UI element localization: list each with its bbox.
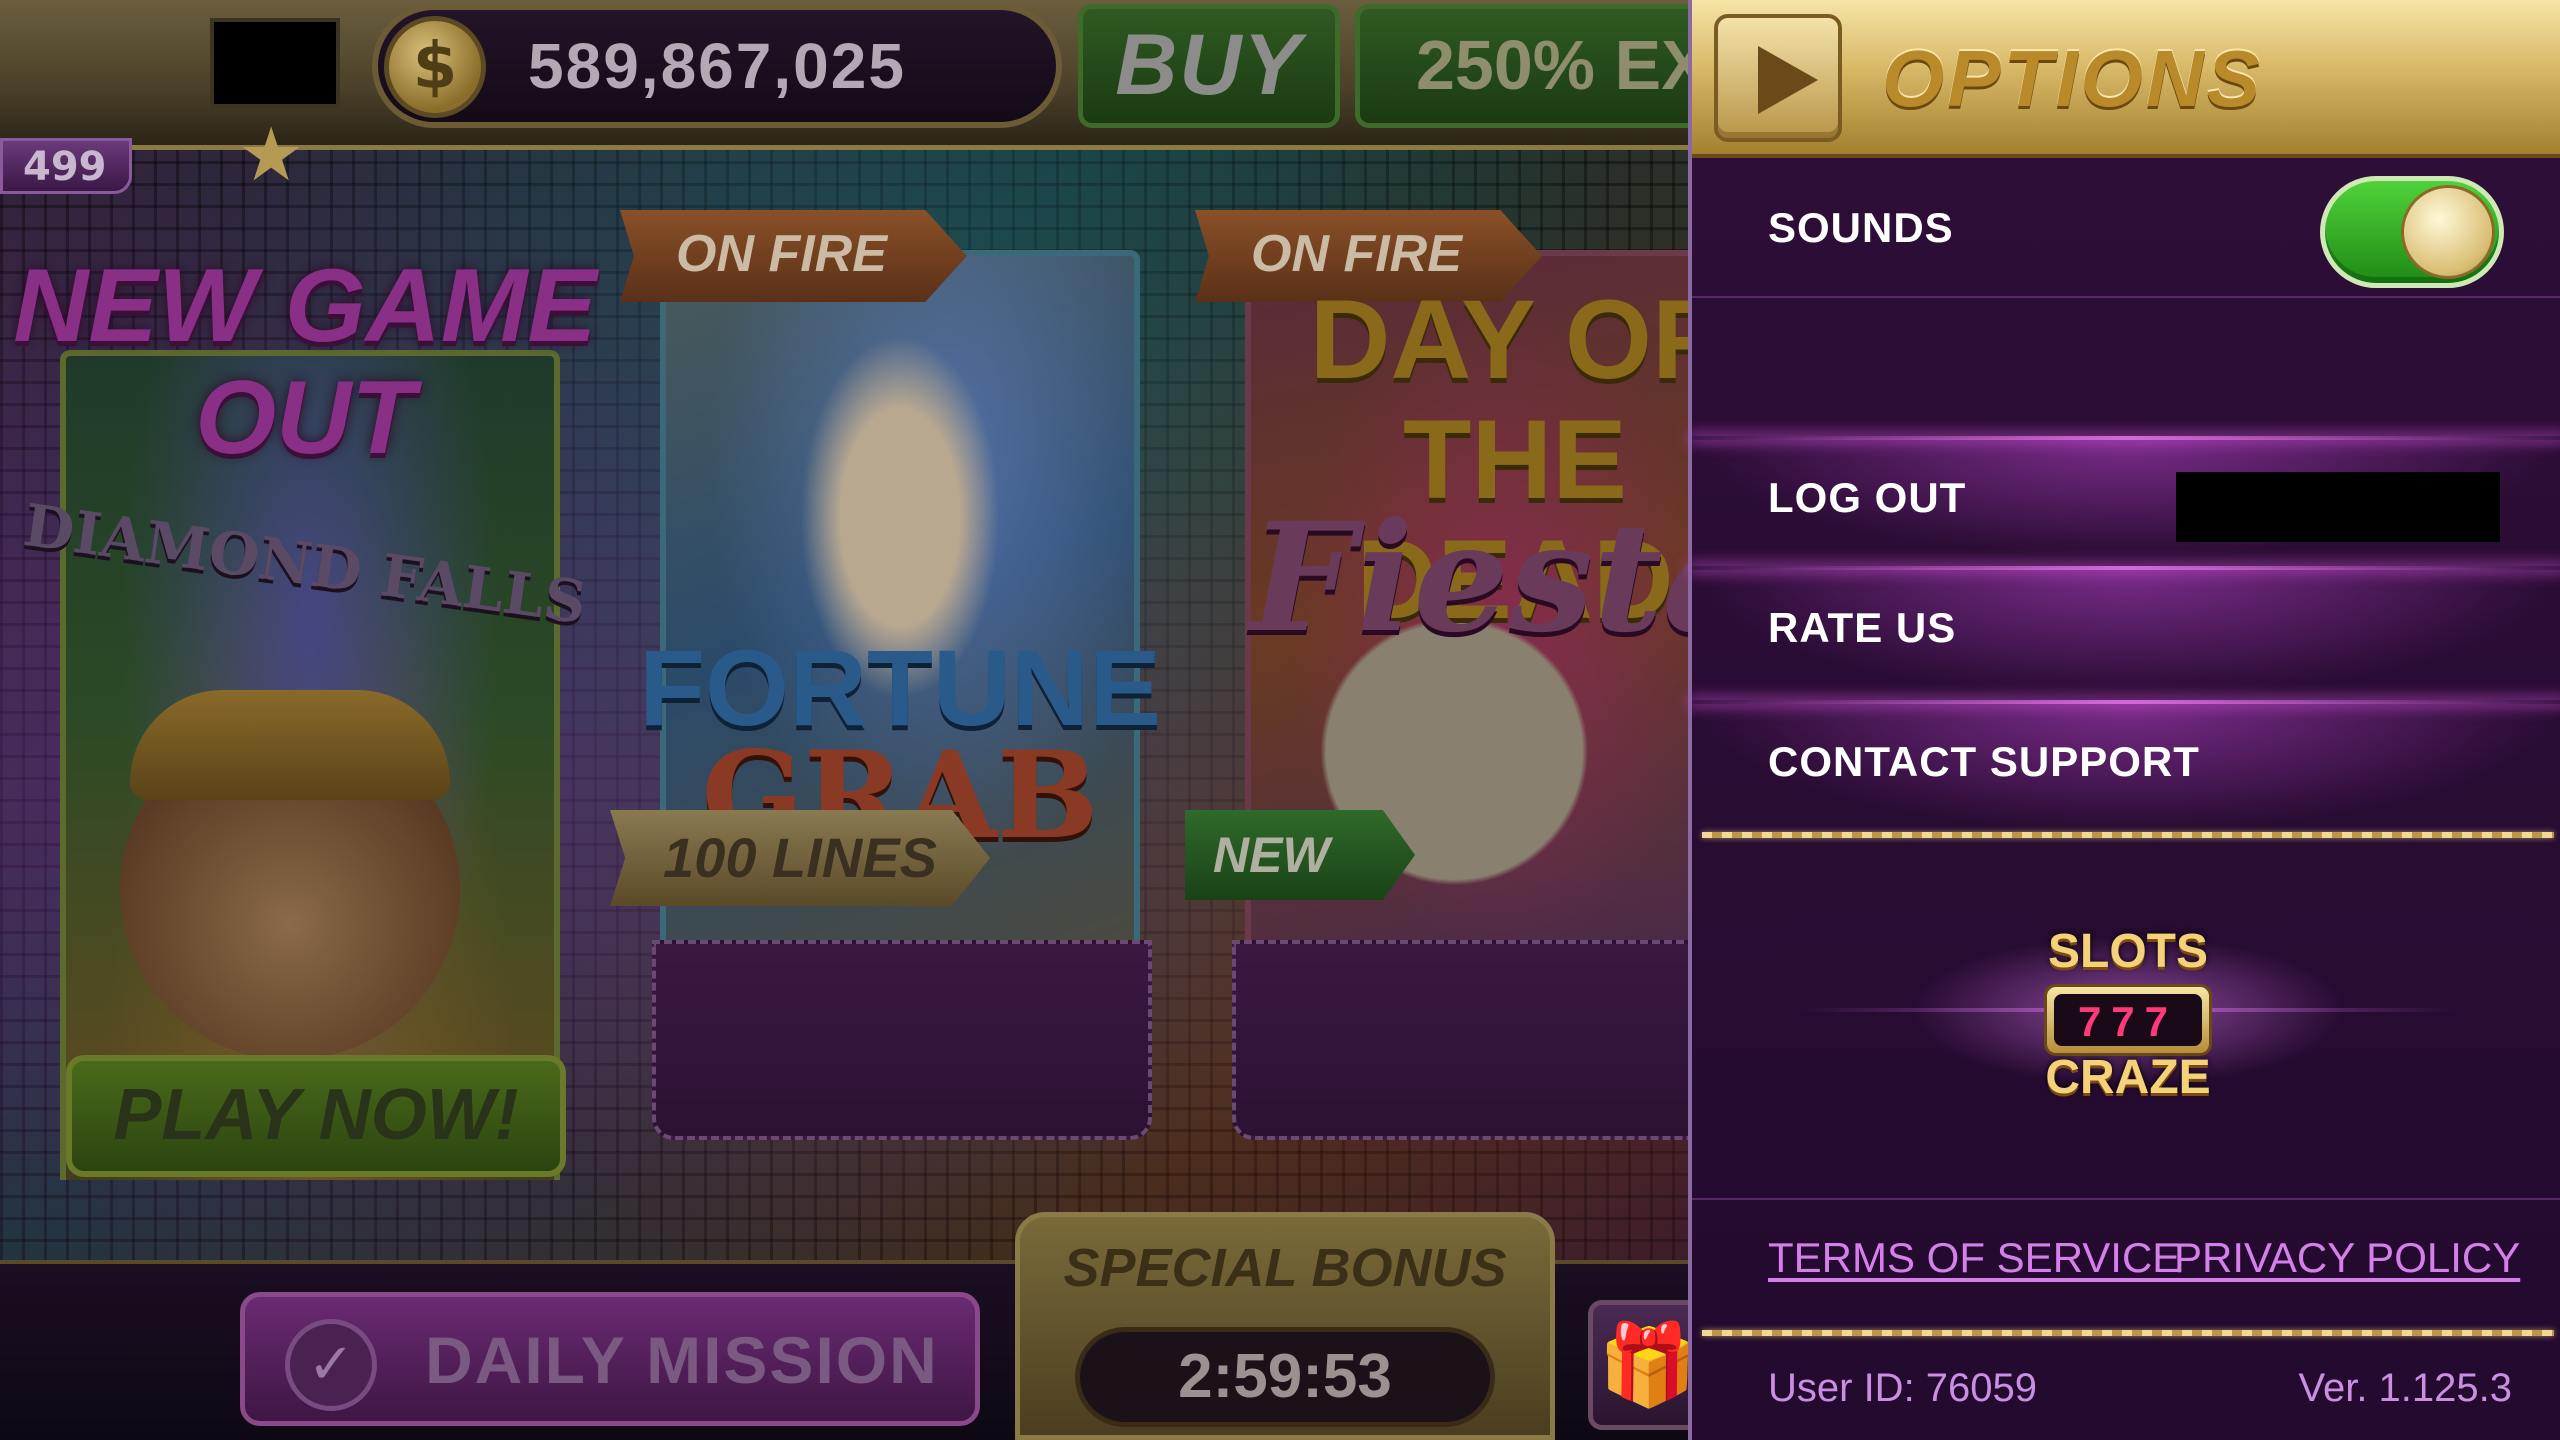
divider (1692, 1198, 2560, 1200)
options-title: OPTIONS (1882, 34, 2264, 123)
buy-button[interactable]: BUY (1078, 4, 1340, 128)
checkmark-icon: ✓ (285, 1319, 377, 1411)
game-title-line1: DAY OF (1309, 277, 1688, 402)
game-slot-panel (1232, 940, 1688, 1140)
logo-text-top: SLOTS (2047, 925, 2208, 978)
slots-craze-logo: SLOTS 777 CRAZE (1692, 860, 2560, 1160)
options-header: OPTIONS (1692, 0, 2560, 158)
avatar[interactable] (210, 18, 340, 108)
game-card-diamond-falls[interactable]: NEW GAME OUT DIAMOND FALLS PLAY NOW! (10, 230, 600, 1180)
level-star-icon: ★ (238, 112, 305, 198)
daily-mission-button[interactable]: ✓ DAILY MISSION (240, 1292, 980, 1426)
coin-amount: 589,867,025 (528, 30, 906, 102)
new-badge: NEW (1185, 810, 1415, 900)
gold-divider (1702, 1330, 2554, 1336)
gold-divider (1702, 832, 2554, 838)
logout-label: LOG OUT (1768, 474, 1967, 521)
game-slot-panel (652, 940, 1152, 1140)
privacy-policy-link[interactable]: PRIVACY POLICY (2174, 1234, 2520, 1282)
game-subtitle: Fiesta (1250, 490, 1688, 666)
account-name-redacted (2176, 472, 2500, 542)
logo-reel: 777 (2044, 984, 2212, 1056)
bonus-offer-button[interactable]: 250% EX (1355, 4, 1688, 128)
on-fire-ribbon: ON FIRE (620, 210, 967, 302)
new-game-banner: NEW GAME OUT (13, 248, 597, 476)
game-card-day-of-the-dead[interactable]: ON FIRE DAY OF THE DEAD Fiesta NEW (1185, 170, 1688, 1150)
play-arrow-icon (1758, 46, 1818, 114)
daily-mission-label: DAILY MISSION (425, 1323, 939, 1397)
explorer-hat-icon (130, 690, 450, 800)
gift-icon[interactable]: 🎁 (1588, 1300, 1688, 1430)
rate-us-label: RATE US (1768, 604, 1957, 651)
contact-support-row[interactable]: CONTACT SUPPORT (1692, 702, 2560, 832)
terms-of-service-link[interactable]: TERMS OF SERVICE (1768, 1234, 2180, 1282)
version-label: Ver. 1.125.3 (2298, 1366, 2512, 1410)
options-panel: OPTIONS SOUNDS LOG OUT RATE US CONTACT S… (1688, 0, 2560, 1440)
back-button[interactable] (1714, 14, 1842, 142)
toggle-knob (2401, 185, 2495, 279)
divider (1692, 296, 2560, 298)
user-id: User ID: 76059 (1768, 1366, 2038, 1410)
sounds-toggle[interactable] (2320, 176, 2504, 288)
coin-balance[interactable]: $ 589,867,025 (372, 4, 1062, 128)
game-card-fortune-grab[interactable]: ON FIRE FORTUNE GRAB 100 LINES (600, 170, 1180, 1150)
rate-us-row[interactable]: RATE US (1692, 568, 2560, 698)
contact-support-label: CONTACT SUPPORT (1768, 738, 2200, 785)
logo-reel-text: 777 (2054, 994, 2202, 1046)
coin-icon: $ (384, 16, 486, 118)
bonus-timer: 2:59:53 (1075, 1327, 1495, 1427)
special-bonus-label: SPECIAL BONUS (1063, 1238, 1507, 1298)
lines-badge: 100 LINES (610, 810, 990, 906)
play-now-button[interactable]: PLAY NOW! (66, 1055, 566, 1177)
special-bonus-panel[interactable]: SPECIAL BONUS 2:59:53 (1015, 1212, 1555, 1440)
sounds-label: SOUNDS (1768, 204, 1954, 251)
level-badge: 499 (0, 138, 132, 194)
logo-text-bottom: CRAZE (2045, 1051, 2211, 1104)
game-lobby: $ 589,867,025 BUY 250% EX ★ 499 NEW GAME… (0, 0, 1688, 1440)
